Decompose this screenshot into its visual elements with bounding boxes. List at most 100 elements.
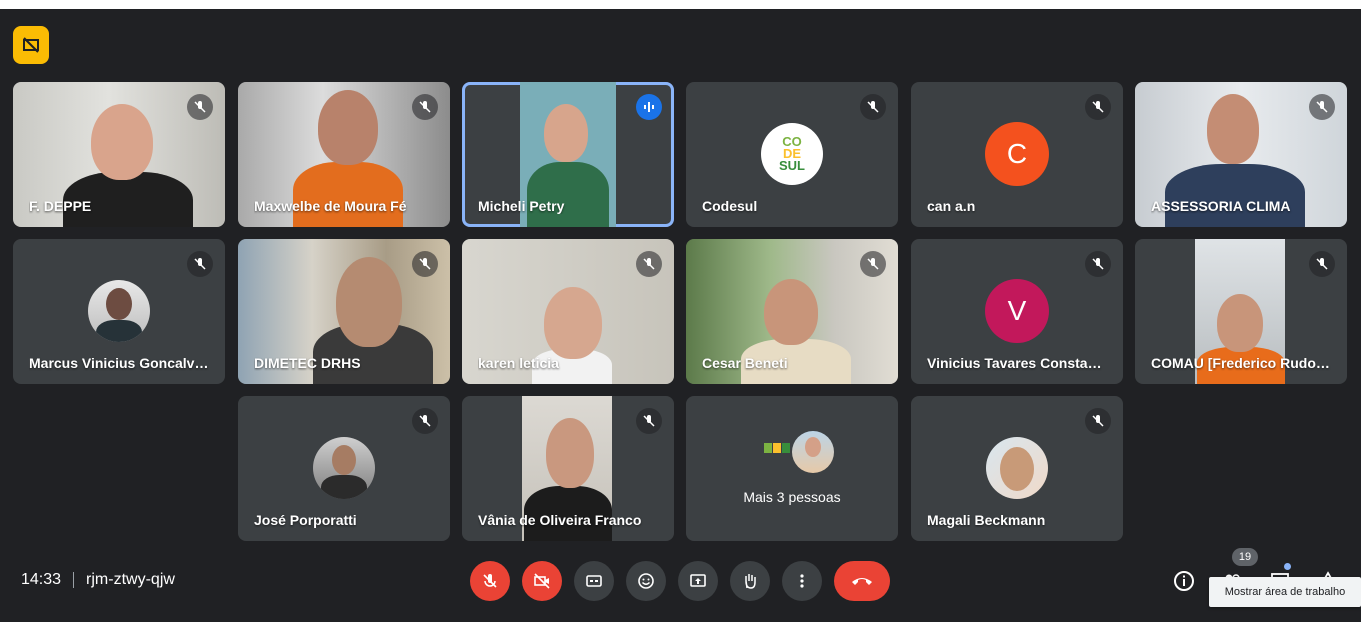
avatar-head [1000,447,1034,491]
mic-off-icon [412,94,438,120]
participant-tile-active[interactable]: Micheli Petry [462,82,674,227]
avatar-body [321,475,367,499]
present-screen-icon [690,574,706,587]
participant-name: Micheli Petry [478,198,565,214]
leave-call-button[interactable] [834,561,890,601]
participant-name: Vinicius Tavares Constante [927,355,1107,371]
mic-off-icon [412,251,438,277]
mic-off-icon [187,251,213,277]
participant-tile[interactable]: F. DEPPE [13,82,225,227]
participant-tile[interactable]: Maxwelbe de Moura Fé [238,82,450,227]
emoji-icon [638,573,654,589]
raise-hand-button[interactable] [730,561,770,601]
avatar [313,437,375,499]
mic-toggle-button[interactable] [470,561,510,601]
codesul-logo: CO DE SUL [761,123,823,185]
person-body [1165,164,1305,227]
avatar-head [332,445,356,475]
notification-dot [1284,563,1291,570]
participant-name: Vânia de Oliveira Franco [478,512,642,528]
show-desktop-tooltip: Mostrar área de trabalho [1209,577,1361,607]
participant-tile[interactable]: CO DE SUL Codesul [686,82,898,227]
participant-name: Codesul [702,198,758,214]
hang-up-icon [852,578,872,585]
participant-name: Maxwelbe de Moura Fé [254,198,407,214]
meeting-code[interactable]: rjm-ztwy-qjw [86,571,175,589]
info-icon [1174,571,1194,591]
person-head [546,418,594,488]
participant-count-badge: 19 [1232,548,1258,566]
present-button[interactable] [678,561,718,601]
avatar-head [106,288,132,320]
presentation-badge[interactable] [13,26,49,64]
participant-tile[interactable]: V Vinicius Tavares Constante [911,239,1123,384]
participant-tile[interactable]: José Porporatti [238,396,450,541]
participant-name: Marcus Vinicius Goncalve… [29,355,209,371]
mic-off-icon [1085,408,1111,434]
mic-off-icon [636,408,662,434]
participant-tile[interactable]: karen leticia [462,239,674,384]
reactions-button[interactable] [626,561,666,601]
participant-name: DIMETEC DRHS [254,355,361,371]
participant-tile[interactable]: C can a.n [911,82,1123,227]
avatar: V [985,279,1049,343]
person-head [336,257,402,347]
speaking-indicator-icon [636,94,662,120]
meeting-time: 14:33 [21,571,62,588]
person-head [764,279,818,345]
meeting-info: 14:33 rjm-ztwy-qjw [21,571,175,589]
participant-name: karen leticia [478,355,559,371]
mic-off-icon [636,251,662,277]
participant-name: Magali Beckmann [927,512,1046,528]
mic-off-icon [1309,251,1335,277]
person-head [544,104,588,162]
participant-tile[interactable]: Marcus Vinicius Goncalve… [13,239,225,384]
participant-tile[interactable]: Cesar Beneti [686,239,898,384]
participant-name: ASSESSORIA CLIMA [1151,198,1291,214]
meet-stage: F. DEPPE Maxwelbe de Moura Fé Micheli Pe… [0,9,1361,622]
person-head [544,287,602,359]
avatar: C [985,122,1049,186]
camera-off-icon [534,573,550,589]
mic-off-icon [860,94,886,120]
more-participants-tile[interactable]: Mais 3 pessoas [686,396,898,541]
divider [73,572,75,588]
more-vert-icon [800,574,804,588]
person-head [1207,94,1259,164]
logo-text: SUL [779,158,805,173]
participant-name: Cesar Beneti [702,355,788,371]
more-options-button[interactable] [782,561,822,601]
hand-icon [745,574,756,589]
mic-off-icon [860,251,886,277]
participant-tile[interactable]: ASSESSORIA CLIMA [1135,82,1347,227]
mic-off-icon [1085,251,1111,277]
mic-off-icon [1309,94,1335,120]
avatar [986,437,1048,499]
participant-tile[interactable]: Magali Beckmann [911,396,1123,541]
meeting-details-button[interactable] [1170,567,1198,595]
more-participants-label: Mais 3 pessoas [743,489,841,505]
participant-name: José Porporatti [254,512,357,528]
mic-off-icon [187,94,213,120]
camera-toggle-button[interactable] [522,561,562,601]
mic-off-icon [1085,94,1111,120]
mic-off-icon [483,574,497,588]
person-head [318,90,378,165]
codesul-mini-logo [762,438,792,458]
person-head [91,104,153,180]
no-presentation-icon [23,37,39,53]
participant-tile[interactable]: DIMETEC DRHS [238,239,450,384]
participant-name: F. DEPPE [29,198,92,214]
person-body [293,162,403,227]
avatar-body [96,320,142,342]
avatar-head [805,437,821,457]
participant-tile[interactable]: Vânia de Oliveira Franco [462,396,674,541]
captions-button[interactable] [574,561,614,601]
captions-icon [586,575,602,587]
person-body [527,162,609,227]
participant-name: COMAU [Frederico Rudor… [1151,355,1331,371]
participant-tile[interactable]: COMAU [Frederico Rudor… [1135,239,1347,384]
person-head [1217,294,1263,352]
participant-name: can a.n [927,198,976,214]
avatar [88,280,150,342]
